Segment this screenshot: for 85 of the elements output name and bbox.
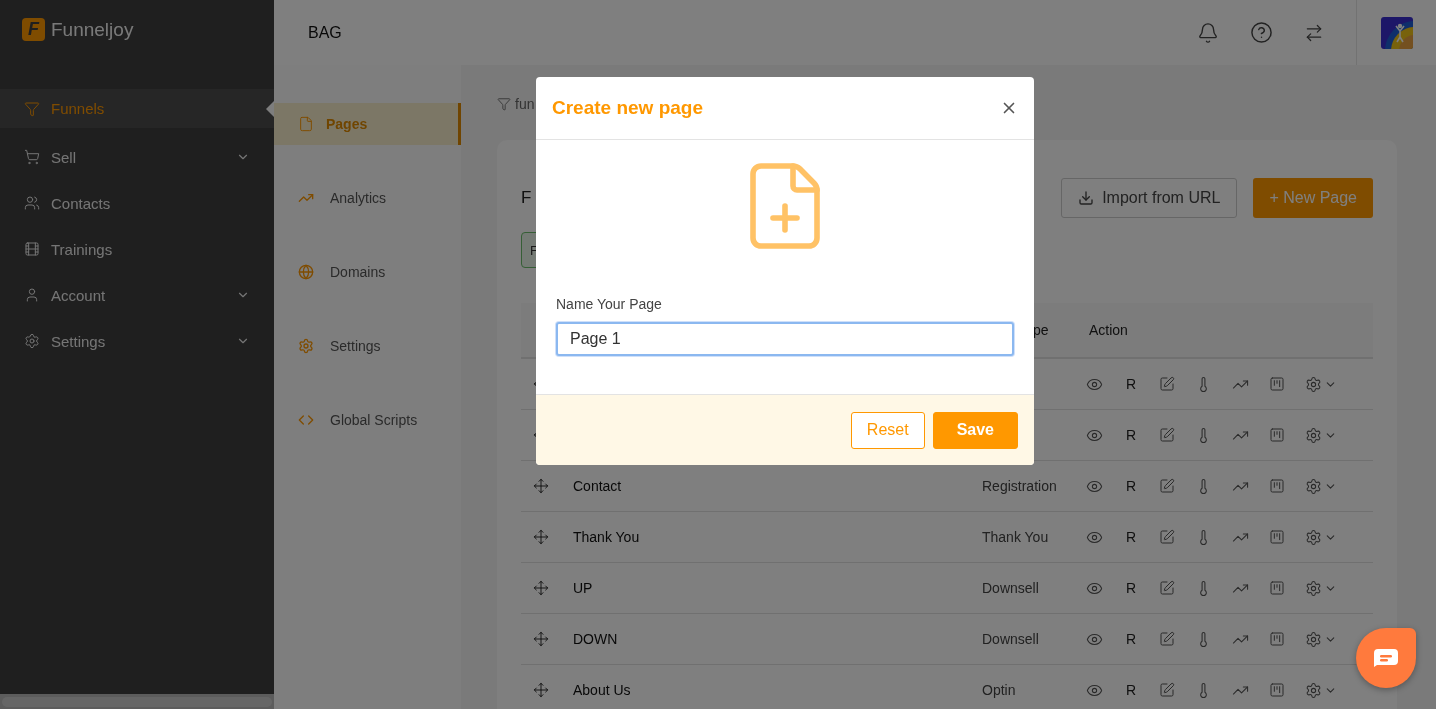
- edit-icon[interactable]: [1159, 682, 1175, 698]
- settings-icon[interactable]: [1305, 375, 1322, 393]
- globe-icon: [298, 264, 314, 280]
- table-cell-text: UP: [572, 580, 594, 596]
- code-icon: [298, 412, 314, 428]
- page-title: BAG: [308, 23, 343, 42]
- settings-icon: [298, 338, 314, 354]
- kanban-icon[interactable]: [1269, 580, 1285, 596]
- table-cell-text: Contact: [572, 478, 623, 494]
- table-cell-text: Optin: [982, 682, 1017, 698]
- subnav-item[interactable]: Domains: [274, 251, 461, 293]
- table-cell-text: Downsell: [982, 631, 1040, 647]
- kanban-icon[interactable]: [1269, 478, 1285, 494]
- column-header: pe: [1032, 322, 1050, 338]
- action-label[interactable]: R: [1123, 529, 1139, 545]
- table-cell-text: DOWN: [572, 631, 619, 647]
- funnel-icon: [497, 97, 511, 111]
- settings-icon[interactable]: [1305, 426, 1322, 444]
- kanban-icon[interactable]: [1269, 682, 1285, 698]
- horizontal-scrollbar[interactable]: [0, 694, 276, 709]
- save-button[interactable]: Save: [932, 411, 1018, 449]
- settings-icon[interactable]: [1305, 579, 1322, 597]
- file-icon: [298, 116, 314, 132]
- action-label[interactable]: R: [1123, 580, 1139, 596]
- edit-icon[interactable]: [1159, 580, 1175, 596]
- kanban-icon[interactable]: [1269, 529, 1285, 545]
- logo-mark: F: [22, 18, 45, 41]
- settings-icon[interactable]: [1305, 681, 1322, 699]
- table-cell-text: About Us: [572, 682, 632, 698]
- sidebar-item[interactable]: Account: [0, 272, 274, 318]
- sidebar-item[interactable]: Contacts: [0, 180, 274, 226]
- subnav-item[interactable]: Pages: [274, 103, 461, 145]
- drag-handle-icon[interactable]: [533, 580, 549, 596]
- edit-icon[interactable]: [1159, 529, 1175, 545]
- film-icon: [24, 241, 40, 257]
- action-label[interactable]: R: [1123, 376, 1139, 392]
- settings-icon[interactable]: [1305, 528, 1322, 546]
- edit-icon[interactable]: [1159, 376, 1175, 392]
- sidebar-item[interactable]: Settings: [0, 318, 274, 364]
- edit-icon[interactable]: [1159, 478, 1175, 494]
- action-label[interactable]: R: [1123, 478, 1139, 494]
- sidebar-item[interactable]: Funnels: [0, 89, 274, 128]
- drag-handle-icon[interactable]: [533, 631, 549, 647]
- brand-name: Funneljoy: [51, 18, 134, 41]
- subnav-item[interactable]: Global Scripts: [274, 399, 461, 441]
- funnel-icon: [24, 100, 40, 117]
- user-icon: [24, 287, 40, 303]
- help-icon[interactable]: [1250, 21, 1273, 44]
- action-label[interactable]: R: [1123, 427, 1139, 443]
- table-cell-text: Thank You: [982, 529, 1050, 545]
- action-label[interactable]: R: [1123, 631, 1139, 647]
- drag-handle-icon[interactable]: [533, 529, 549, 545]
- action-label[interactable]: R: [1123, 682, 1139, 698]
- drag-handle-icon[interactable]: [533, 682, 549, 698]
- reset-button[interactable]: Reset: [850, 411, 925, 449]
- sidebar-item[interactable]: Sell: [0, 134, 274, 180]
- table-cell-text: Downsell: [982, 580, 1040, 596]
- drag-handle-icon[interactable]: [533, 478, 549, 494]
- avatar-icon[interactable]: [1381, 16, 1413, 49]
- kanban-icon[interactable]: [1269, 427, 1285, 443]
- bell-icon[interactable]: [1197, 21, 1219, 44]
- card-title: F: [521, 188, 532, 208]
- subnav-item[interactable]: Settings: [274, 325, 461, 367]
- table-cell-text: Thank You: [572, 529, 641, 545]
- edit-icon[interactable]: [1159, 427, 1175, 443]
- sidebar-item[interactable]: Trainings: [0, 226, 274, 272]
- import-button[interactable]: Import from URL: [1061, 178, 1238, 218]
- table-cell-text: Registration: [982, 478, 1058, 494]
- settings-icon[interactable]: [1305, 477, 1322, 495]
- input-field[interactable]: Page 1: [556, 322, 1014, 356]
- users-icon: [24, 195, 40, 211]
- edit-icon[interactable]: [1159, 631, 1175, 647]
- download-icon: [1078, 190, 1095, 206]
- column-header: Action: [1088, 322, 1129, 338]
- field-label: Name Your Page: [556, 296, 663, 312]
- kanban-icon[interactable]: [1269, 631, 1285, 647]
- dialog-title: Create new page: [552, 97, 703, 119]
- kanban-icon[interactable]: [1269, 376, 1285, 392]
- breadcrumb-link[interactable]: fun: [515, 96, 535, 112]
- cart-icon: [24, 149, 40, 165]
- settings-icon[interactable]: [1305, 630, 1322, 648]
- settings-icon: [24, 333, 40, 349]
- subnav-item[interactable]: Analytics: [274, 177, 461, 219]
- swap-icon[interactable]: [1304, 22, 1324, 43]
- chat-icon: [1373, 648, 1399, 668]
